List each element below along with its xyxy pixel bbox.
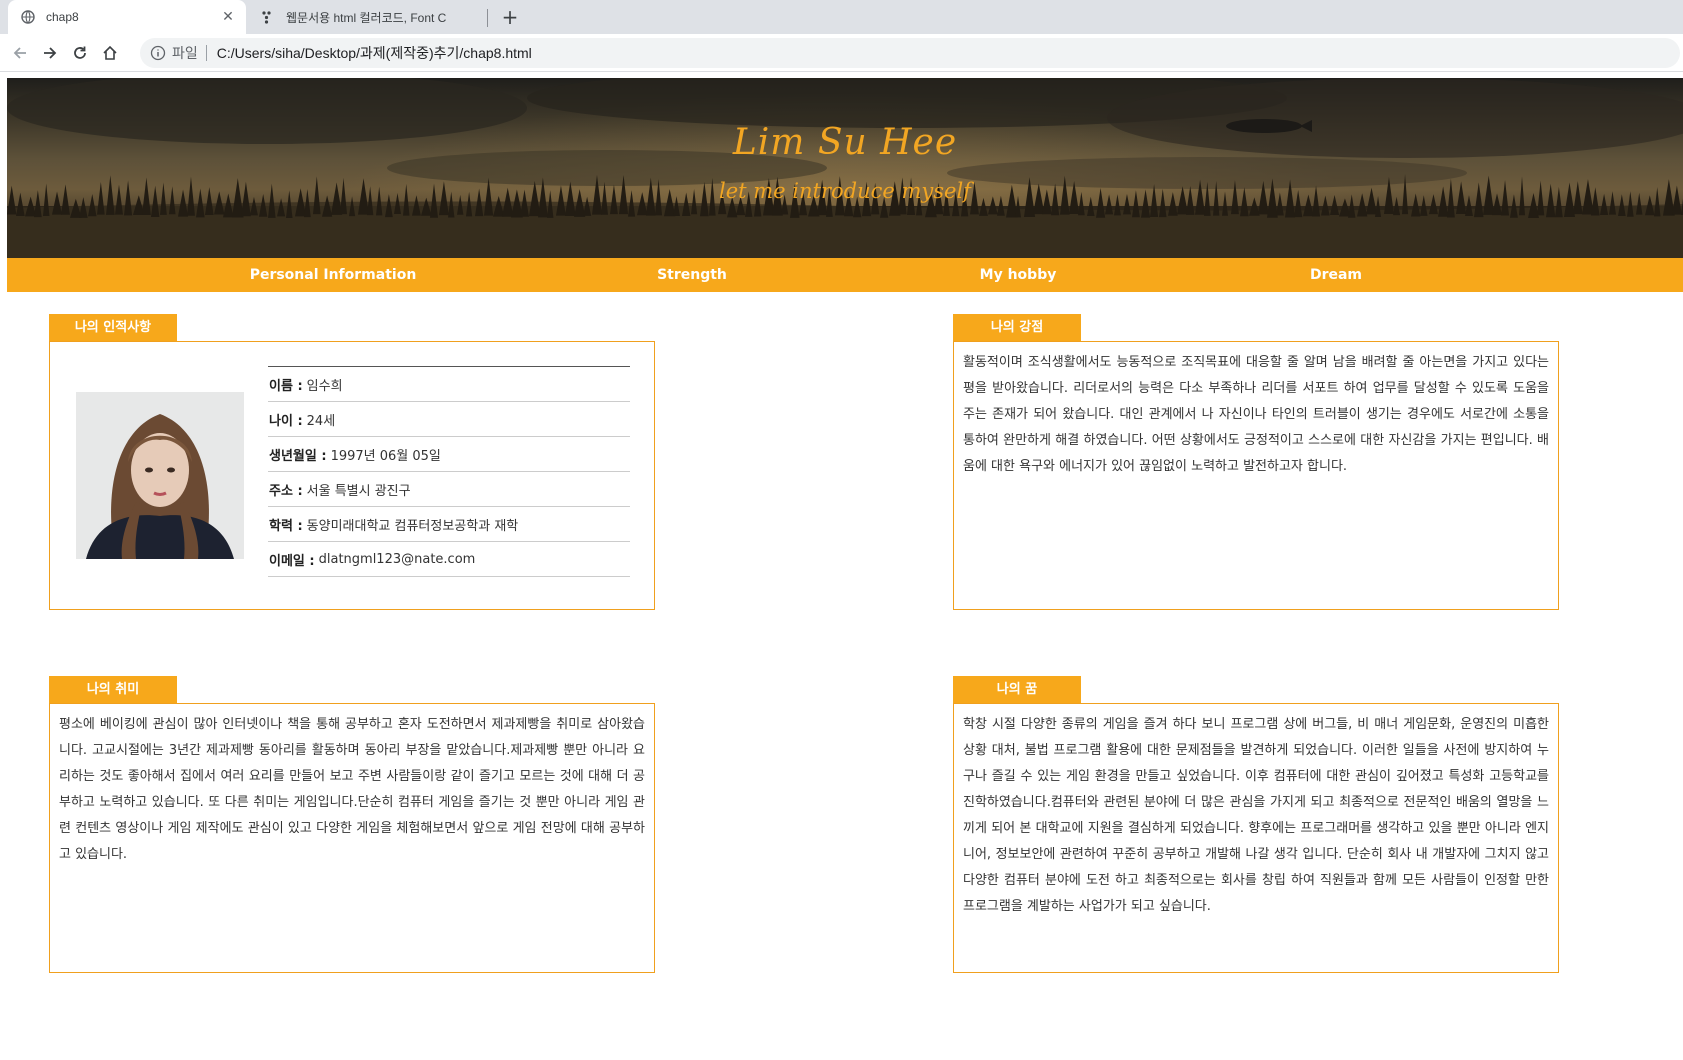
personal-info-card: 이름 : 임수희 나이 : 24세 생년월일 : 1997년 06월 05일 주… xyxy=(49,341,655,610)
hobby-text: 평소에 베이킹에 관심이 많아 인터넷이나 책을 통해 공부하고 혼자 도전하면… xyxy=(59,717,645,862)
page-viewport: Lim Su Hee let me introduce myself Perso… xyxy=(0,72,1683,1060)
strength-card: 활동적이며 조식생활에서도 능동적으로 조직목표에 대응할 줄 알며 남을 배려… xyxy=(953,341,1559,610)
hobby-card: 평소에 베이킹에 관심이 많아 인터넷이나 책을 통해 공부하고 혼자 도전하면… xyxy=(49,703,655,973)
nav-personal-information[interactable]: Personal Information xyxy=(223,258,443,292)
info-row-address: 주소 : 서울 특별시 광진구 xyxy=(268,472,630,507)
info-row-name: 이름 : 임수희 xyxy=(268,367,630,402)
scheme-label: 파일 xyxy=(172,45,198,61)
personal-section-label: 나의 인적사항 xyxy=(49,314,177,341)
back-arrow-icon[interactable] xyxy=(8,41,32,65)
info-key: 생년월일 : xyxy=(269,448,327,464)
tab-separator xyxy=(487,9,488,27)
forward-arrow-icon[interactable] xyxy=(38,41,62,65)
info-icon[interactable] xyxy=(150,45,166,61)
profile-photo xyxy=(76,392,244,559)
main-nav: Personal Information Strength My hobby D… xyxy=(7,258,1683,292)
tab-chap8[interactable]: chap8 ✕ xyxy=(8,0,246,34)
nav-my-hobby[interactable]: My hobby xyxy=(908,258,1128,292)
dream-section-label: 나의 꿈 xyxy=(953,676,1081,703)
url-text[interactable]: C:/Users/siha/Desktop/과제(제작중)추기/chap8.ht… xyxy=(217,43,532,63)
info-row-email: 이메일 : dlatngml123@nate.com xyxy=(268,542,630,577)
globe-icon xyxy=(20,9,36,25)
dream-text: 학창 시절 다양한 종류의 게임을 즐겨 하다 보니 프로그램 상에 버그들, … xyxy=(963,717,1549,914)
personal-info-table: 이름 : 임수희 나이 : 24세 생년월일 : 1997년 06월 05일 주… xyxy=(268,366,630,577)
address-divider xyxy=(205,45,207,61)
info-value: 1997년 06월 05일 xyxy=(330,448,441,464)
address-bar[interactable]: 파일 C:/Users/siha/Desktop/과제(제작중)추기/chap8… xyxy=(140,38,1680,68)
tab-title: 웹문서용 html 컬러코드, Font C xyxy=(286,10,447,25)
hobby-section-label: 나의 취미 xyxy=(49,676,177,703)
info-row-education: 학력 : 동양미래대학교 컴퓨터정보공학과 재학 xyxy=(268,507,630,542)
strength-text: 활동적이며 조식생활에서도 능동적으로 조직목표에 대응할 줄 알며 남을 배려… xyxy=(963,355,1549,474)
info-value: 서울 특별시 광진구 xyxy=(306,483,411,499)
info-key: 주소 : xyxy=(269,483,303,499)
banner-scenery xyxy=(7,78,1683,258)
site-subtitle: let me introduce myself xyxy=(719,179,971,203)
info-value: 임수희 xyxy=(306,378,343,394)
site-title: Lim Su Hee xyxy=(732,122,958,163)
reload-icon[interactable] xyxy=(68,41,92,65)
close-tab-icon[interactable]: ✕ xyxy=(218,9,238,25)
new-tab-icon[interactable]: + xyxy=(498,5,522,29)
info-row-age: 나이 : 24세 xyxy=(268,402,630,437)
info-value: dlatngml123@nate.com xyxy=(318,551,476,567)
tab-title: chap8 xyxy=(46,10,79,24)
info-value: 24세 xyxy=(306,413,336,429)
info-key: 학력 : xyxy=(269,518,303,534)
header-banner: Lim Su Hee let me introduce myself xyxy=(7,78,1683,258)
nav-dream[interactable]: Dream xyxy=(1226,258,1446,292)
browser-tab-strip: chap8 ✕ 웹문서용 html 컬러코드, Font C + xyxy=(0,0,1683,34)
browser-toolbar: 파일 C:/Users/siha/Desktop/과제(제작중)추기/chap8… xyxy=(0,34,1683,72)
info-key: 이메일 : xyxy=(269,553,315,569)
nav-strength[interactable]: Strength xyxy=(582,258,802,292)
info-key: 이름 : xyxy=(269,378,303,394)
info-key: 나이 : xyxy=(269,413,303,429)
dots-favicon-icon xyxy=(260,9,276,25)
dream-card: 학창 시절 다양한 종류의 게임을 즐겨 하다 보니 프로그램 상에 버그들, … xyxy=(953,703,1559,973)
info-row-birthdate: 생년월일 : 1997년 06월 05일 xyxy=(268,437,630,472)
info-value: 동양미래대학교 컴퓨터정보공학과 재학 xyxy=(306,518,519,534)
strength-section-label: 나의 강점 xyxy=(953,314,1081,341)
home-icon[interactable] xyxy=(98,41,122,65)
tab-color-codes[interactable]: 웹문서용 html 컬러코드, Font C xyxy=(248,0,488,34)
